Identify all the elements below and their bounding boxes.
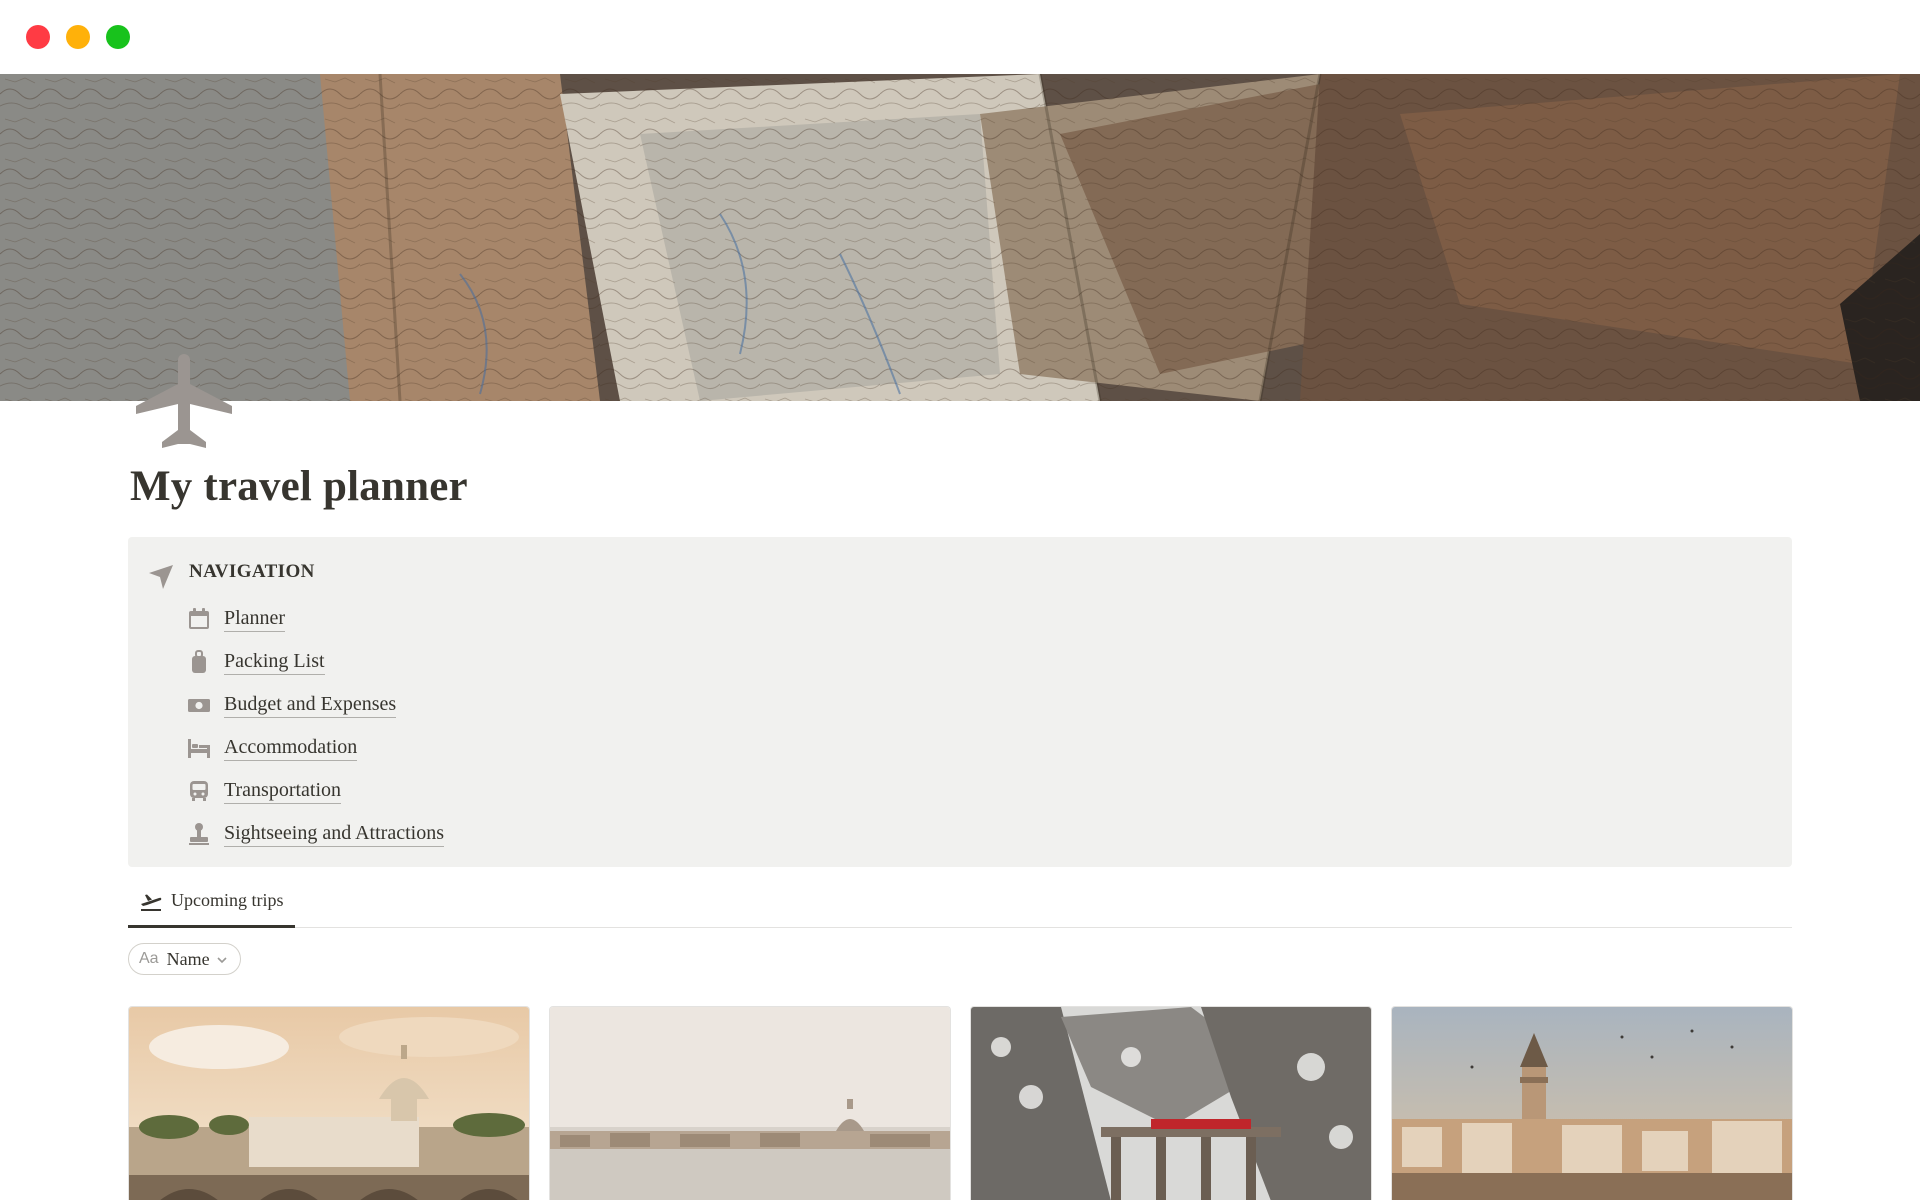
filter-label: Name — [166, 948, 210, 969]
navigation-callout: NAVIGATION Planner Packing List Budget a… — [128, 537, 1792, 867]
nav-link-label: Planner — [224, 606, 286, 632]
bus-icon — [186, 778, 212, 804]
window-minimize-button[interactable] — [66, 25, 90, 49]
view-tabbar: Upcoming trips — [128, 876, 1792, 928]
window-titlebar — [0, 0, 1920, 74]
calendar-icon — [186, 606, 212, 632]
rome-vatican-photo — [129, 1007, 529, 1200]
istanbul-galata-tower-photo — [1392, 1007, 1792, 1200]
page-cover-image — [0, 74, 1920, 401]
name-filter-pill[interactable]: Aa Name — [128, 943, 241, 975]
money-icon — [186, 692, 212, 718]
gallery-card-train[interactable] — [970, 1006, 1372, 1200]
airplane-departure-icon — [139, 889, 163, 913]
bed-icon — [186, 735, 212, 761]
window-close-button[interactable] — [26, 25, 50, 49]
location-arrow-icon — [146, 561, 176, 591]
navigation-list: Planner Packing List Budget and Expenses — [186, 597, 444, 855]
nav-link-planner[interactable]: Planner — [189, 597, 444, 640]
airplane-icon[interactable] — [132, 350, 236, 454]
nav-link-label: Sightseeing and Attractions — [224, 821, 444, 847]
tab-upcoming-trips[interactable]: Upcoming trips — [128, 876, 295, 928]
window-zoom-button[interactable] — [106, 25, 130, 49]
venice-lagoon-photo — [550, 1007, 950, 1200]
nav-link-label: Accommodation — [224, 735, 358, 761]
nav-link-sightseeing-and-attractions[interactable]: Sightseeing and Attractions — [189, 812, 444, 855]
tab-label: Upcoming trips — [171, 890, 284, 910]
nav-link-packing-list[interactable]: Packing List — [189, 640, 444, 683]
gallery-card-istanbul[interactable] — [1391, 1006, 1793, 1200]
nav-link-budget-and-expenses[interactable]: Budget and Expenses — [186, 683, 444, 726]
stamp-icon — [186, 821, 212, 847]
nav-link-label: Packing List — [224, 649, 325, 675]
page-title[interactable]: My travel planner — [130, 462, 468, 511]
nav-link-label: Transportation — [224, 778, 342, 804]
gallery-card-venice[interactable] — [549, 1006, 951, 1200]
nav-link-label: Budget and Expenses — [224, 692, 397, 718]
nav-link-accommodation[interactable]: Accommodation — [186, 726, 444, 769]
gallery-card-rome[interactable] — [128, 1006, 530, 1200]
navigation-heading: NAVIGATION — [189, 561, 315, 582]
text-property-icon: Aa — [139, 950, 159, 967]
luggage-icon — [186, 649, 212, 675]
chevron-down-icon — [216, 953, 228, 965]
nav-link-transportation[interactable]: Transportation — [189, 769, 444, 812]
snowy-train-viaduct-photo — [971, 1007, 1371, 1200]
